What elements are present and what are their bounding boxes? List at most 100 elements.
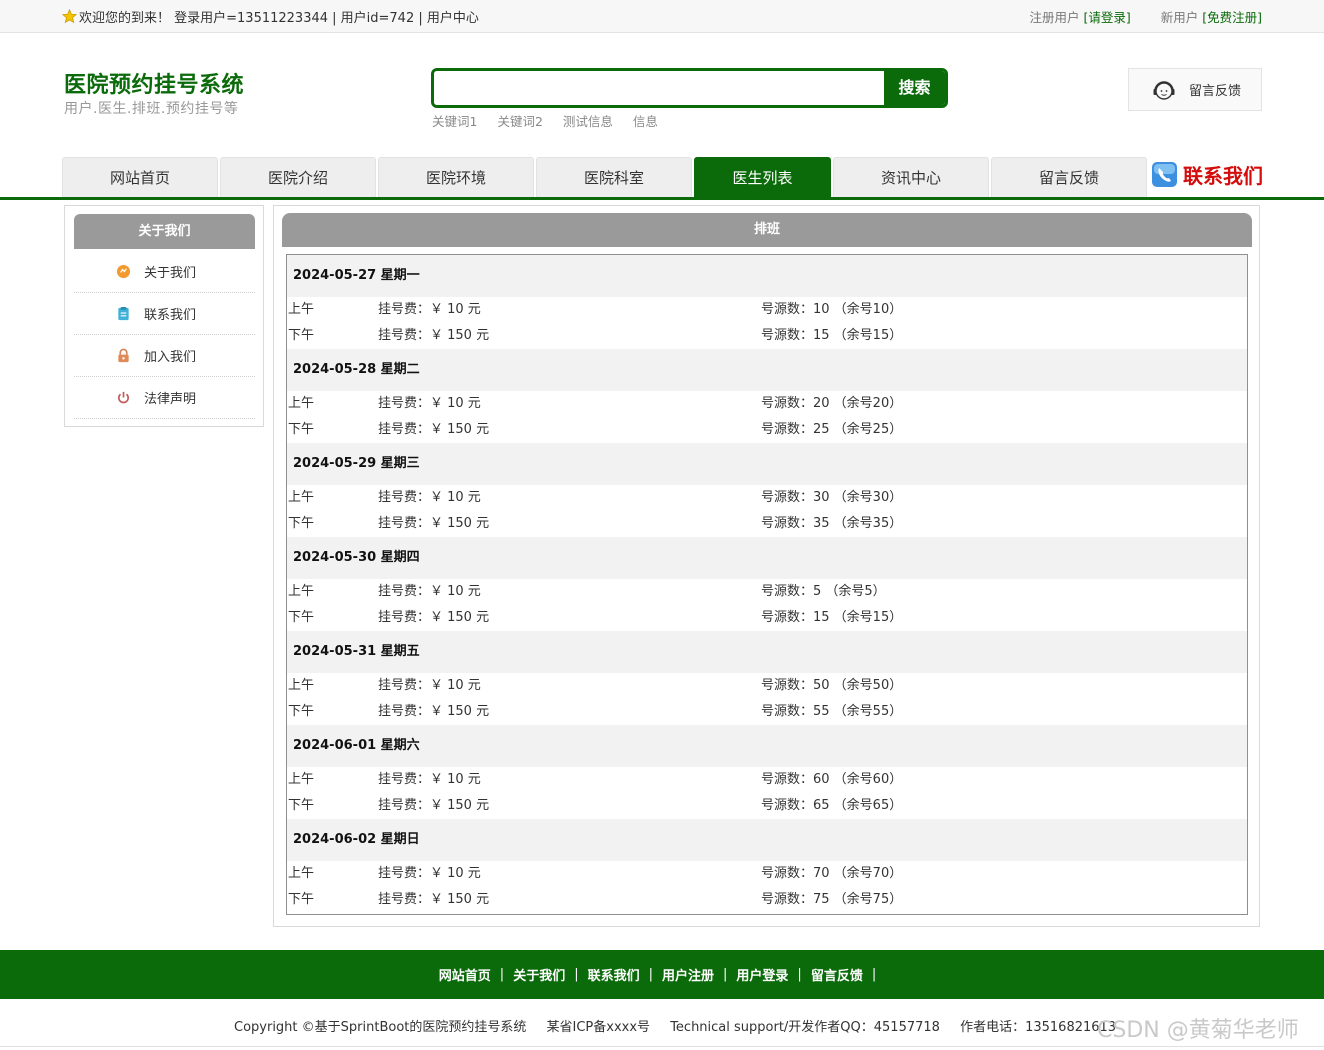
sidebar-item-legal[interactable]: 法律声明: [74, 377, 255, 419]
schedule-row[interactable]: 下午 挂号费：￥ 150 元 号源数：15 （余号15）: [287, 605, 1247, 631]
footer-link-feedback[interactable]: 留言反馈: [811, 965, 863, 984]
fee-value: 挂号费：￥ 10 元: [378, 678, 481, 693]
period-label: 上午: [288, 772, 315, 787]
schedule-day: 2024-05-31 星期五 上午 挂号费：￥ 10 元 号源数：50 （余号50）…: [287, 631, 1247, 725]
schedule-row[interactable]: 上午 挂号费：￥ 10 元 号源数：60 （余号60）: [287, 767, 1247, 793]
schedule-row[interactable]: 下午 挂号费：￥ 150 元 号源数：75 （余号75）: [287, 887, 1247, 913]
period-label: 上午: [288, 396, 315, 411]
period-label: 上午: [288, 678, 315, 693]
contact-us-label: 联系我们: [1183, 164, 1263, 188]
schedule-panel: 排班 2024-05-27 星期一 上午 挂号费：￥ 10 元号源数：10 （余号…: [273, 205, 1260, 927]
keyword-link[interactable]: 关键词2: [497, 111, 542, 130]
main-nav: 网站首页 医院介绍 医院环境 医院科室 医生列表 资讯中心 留言反馈: [62, 157, 1149, 198]
period-label: 下午: [288, 892, 315, 907]
contact-us-link[interactable]: 联系我们: [1151, 160, 1263, 189]
copyright: Copyright ©基于SprintBoot的医院预约挂号系统 某省ICP备x…: [234, 1016, 1132, 1035]
schedule-row[interactable]: 上午 挂号费：￥ 10 元 号源数：70 （余号70）: [287, 861, 1247, 887]
fee-value: 挂号费：￥ 10 元: [378, 584, 481, 599]
schedule-row[interactable]: 上午 挂号费：￥ 10 元 号源数：20 （余号20）: [287, 391, 1247, 417]
schedule-row[interactable]: 下午 挂号费：￥ 150 元 号源数：35 （余号35）: [287, 511, 1247, 537]
quota-value: 号源数：15 （余号15）: [761, 328, 903, 343]
nav-item-feedback[interactable]: 留言反馈: [991, 157, 1147, 197]
schedule-row[interactable]: 上午 挂号费：￥ 10 元 号源数：50 （余号50）: [287, 673, 1247, 699]
quota-value: 号源数：30 （余号30）: [761, 490, 903, 505]
nav-item-hospital-intro[interactable]: 医院介绍: [220, 157, 376, 197]
sidebar-item-label: 联系我们: [144, 308, 197, 323]
period-label: 下午: [288, 422, 315, 437]
fee-value: 挂号费：￥ 150 元: [378, 798, 490, 813]
period-label: 上午: [288, 490, 315, 505]
footer-separator: |: [723, 967, 728, 982]
nav-item-doctor-list[interactable]: 医生列表: [694, 157, 831, 197]
fee-value: 挂号费：￥ 150 元: [378, 328, 490, 343]
feedback-button[interactable]: 留言反馈: [1128, 68, 1262, 111]
keyword-link[interactable]: 测试信息: [563, 111, 613, 130]
reg-user-label: 注册用户: [1029, 10, 1080, 25]
schedule-day: 2024-06-02 星期日 上午 挂号费：￥ 10 元 号源数：70 （余号70）…: [287, 819, 1247, 913]
nav-item-news[interactable]: 资讯中心: [833, 157, 989, 197]
quota-value: 号源数：75 （余号75）: [761, 892, 903, 907]
schedule-row[interactable]: 下午 挂号费：￥ 150 元 号源数：25 （余号25）: [287, 417, 1247, 443]
search-button[interactable]: 搜索: [884, 71, 945, 105]
fee-value: 挂号费：￥ 150 元: [378, 610, 490, 625]
quota-value: 号源数：35 （余号35）: [761, 516, 903, 531]
keyword-link[interactable]: 关键词1: [432, 111, 477, 130]
nav-item-hospital-environment[interactable]: 医院环境: [378, 157, 534, 197]
clipboard-icon: [118, 306, 129, 321]
schedule-row[interactable]: 下午 挂号费：￥ 150 元 号源数：55 （余号55）: [287, 699, 1247, 725]
sidebar-item-about[interactable]: 关于我们: [74, 251, 255, 293]
auth-links: 注册用户 [请登录] 新用户 [免费注册]: [1030, 7, 1263, 26]
schedule-row[interactable]: 上午 挂号费：￥ 10 元 号源数：30 （余号30）: [287, 485, 1247, 511]
footer-link-register[interactable]: 用户注册: [662, 965, 714, 984]
fee-value: 挂号费：￥ 10 元: [378, 772, 481, 787]
footer-link-contact[interactable]: 联系我们: [588, 965, 640, 984]
schedule-date: 2024-06-02 星期日: [287, 819, 1247, 861]
schedule-date: 2024-05-29 星期三: [287, 443, 1247, 485]
footer-link-about[interactable]: 关于我们: [513, 965, 565, 984]
sidebar-item-label: 加入我们: [144, 350, 197, 365]
schedule-row[interactable]: 下午 挂号费：￥ 150 元 号源数：15 （余号15）: [287, 323, 1247, 349]
fee-value: 挂号费：￥ 10 元: [378, 302, 481, 317]
schedule-date: 2024-06-01 星期六: [287, 725, 1247, 767]
footer-link-login[interactable]: 用户登录: [736, 965, 788, 984]
schedule-row[interactable]: 上午 挂号费：￥ 10 元 号源数：5 （余号5）: [287, 579, 1247, 605]
footer-link-home[interactable]: 网站首页: [439, 965, 491, 984]
period-label: 下午: [288, 610, 315, 625]
schedule-day: 2024-05-29 星期三 上午 挂号费：￥ 10 元 号源数：30 （余号30）…: [287, 443, 1247, 537]
orange-circle-icon: [116, 264, 131, 279]
period-label: 下午: [288, 328, 315, 343]
footer-nav: 网站首页 | 关于我们 | 联系我们 | 用户注册 | 用户登录 | 留言反馈 |: [0, 950, 1324, 999]
period-label: 上午: [288, 584, 315, 599]
fee-value: 挂号费：￥ 150 元: [378, 892, 490, 907]
period-label: 下午: [288, 704, 315, 719]
search-input[interactable]: [434, 71, 886, 105]
site-title[interactable]: 医院预约挂号系统: [64, 67, 244, 99]
register-link[interactable]: [免费注册]: [1202, 10, 1262, 25]
customer-service-icon: [1153, 80, 1175, 100]
footer-separator: |: [574, 967, 579, 982]
fee-value: 挂号费：￥ 10 元: [378, 396, 481, 411]
login-link[interactable]: [请登录]: [1084, 10, 1131, 25]
sidebar-item-contact[interactable]: 联系我们: [74, 293, 255, 335]
nav-item-home[interactable]: 网站首页: [62, 157, 218, 197]
schedule-row[interactable]: 上午 挂号费：￥ 10 元 号源数：10 （余号10）: [287, 297, 1247, 323]
period-label: 上午: [288, 302, 315, 317]
welcome-area: 欢迎您的到来！ 登录用户=13511223344 | 用户id=742 | 用户…: [62, 7, 479, 26]
welcome-text[interactable]: 欢迎您的到来！ 登录用户=13511223344 | 用户id=742 | 用户…: [79, 7, 479, 26]
nav-item-departments[interactable]: 医院科室: [536, 157, 692, 197]
schedule-row[interactable]: 下午 挂号费：￥ 150 元 号源数：65 （余号65）: [287, 793, 1247, 819]
footer-separator: |: [648, 967, 653, 982]
quota-value: 号源数：65 （余号65）: [761, 798, 903, 813]
phone-text: 作者电话：13516821613: [960, 1020, 1117, 1035]
sidebar-item-label: 关于我们: [144, 266, 197, 281]
power-icon: [118, 391, 129, 404]
footer-separator: |: [499, 967, 505, 982]
fee-value: 挂号费：￥ 10 元: [378, 490, 481, 505]
keyword-link[interactable]: 信息: [633, 111, 658, 130]
schedule-title: 排班: [282, 213, 1252, 247]
footer-separator: |: [871, 967, 877, 982]
copyright-text: Copyright ©基于SprintBoot的医院预约挂号系统: [234, 1020, 527, 1035]
fee-value: 挂号费：￥ 150 元: [378, 704, 490, 719]
sidebar-item-join[interactable]: 加入我们: [74, 335, 255, 377]
period-label: 下午: [288, 516, 315, 531]
